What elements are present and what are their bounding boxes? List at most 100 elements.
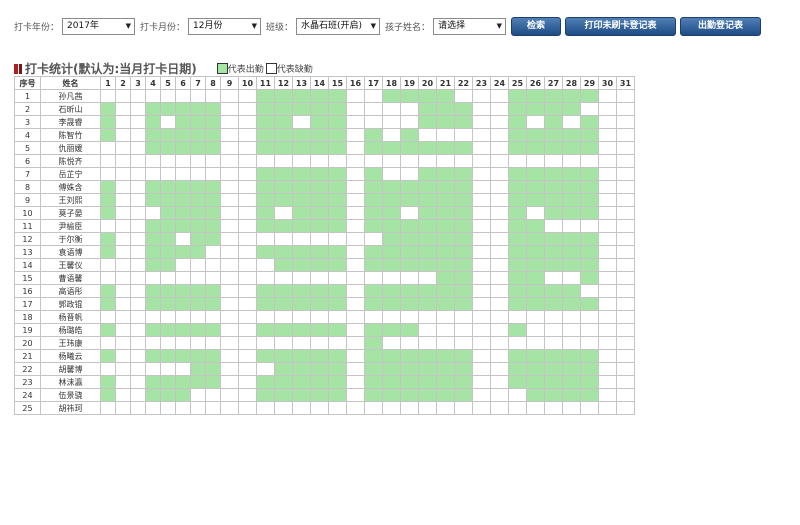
present-cell — [160, 388, 176, 402]
absent-cell — [400, 206, 419, 220]
child-select[interactable]: 请选择 ▼ — [433, 17, 507, 35]
absent-cell — [238, 141, 257, 155]
present-cell — [205, 297, 221, 311]
present-cell — [364, 336, 383, 350]
absent-cell — [160, 336, 176, 350]
absent-cell — [616, 154, 635, 168]
absent-cell — [175, 362, 191, 376]
attendance-sheet-button[interactable]: 出勤登记表 — [680, 16, 762, 36]
absent-cell — [145, 89, 161, 103]
absent-cell — [508, 401, 527, 415]
absent-cell — [100, 336, 116, 350]
absent-cell — [175, 154, 191, 168]
present-cell — [562, 388, 581, 402]
table-row: 21 杨曦云 — [14, 349, 635, 363]
absent-cell — [562, 154, 581, 168]
present-cell — [400, 232, 419, 246]
present-cell — [436, 258, 455, 272]
present-cell — [310, 89, 329, 103]
search-button[interactable]: 检索 — [511, 16, 562, 36]
absent-cell — [490, 258, 509, 272]
student-name: 孙凡茜 — [40, 89, 101, 103]
absent-cell — [160, 401, 176, 415]
absent-cell — [490, 115, 509, 129]
present-cell — [160, 193, 176, 207]
present-cell — [205, 284, 221, 298]
present-cell — [580, 115, 599, 129]
present-cell — [205, 219, 221, 233]
absent-cell — [220, 336, 239, 350]
absent-cell — [220, 193, 239, 207]
absent-cell — [472, 154, 491, 168]
present-cell — [508, 271, 527, 285]
absent-cell — [364, 115, 383, 129]
present-cell — [418, 219, 437, 233]
present-cell — [364, 323, 383, 337]
absent-cell — [115, 232, 131, 246]
present-cell — [160, 128, 176, 142]
absent-cell — [274, 310, 293, 324]
present-cell — [382, 362, 401, 376]
absent-cell — [145, 310, 161, 324]
table-row: 25 胡祎珂 — [14, 401, 635, 415]
present-cell — [328, 89, 347, 103]
present-cell — [160, 245, 176, 259]
table-row: 10 莫子晏 — [14, 206, 635, 220]
absent-cell — [490, 128, 509, 142]
present-cell — [190, 375, 206, 389]
absent-cell — [115, 362, 131, 376]
present-cell — [274, 141, 293, 155]
present-cell — [145, 193, 161, 207]
present-cell — [544, 193, 563, 207]
present-cell — [580, 167, 599, 181]
present-cell — [454, 180, 473, 194]
present-cell — [190, 115, 206, 129]
absent-cell — [382, 271, 401, 285]
present-cell — [205, 232, 221, 246]
absent-cell — [472, 297, 491, 311]
absent-cell — [436, 128, 455, 142]
absent-cell — [490, 245, 509, 259]
print-unswiped-button[interactable]: 打印未刷卡登记表 — [565, 16, 677, 36]
header-day-15: 15 — [328, 76, 347, 90]
absent-cell — [130, 102, 146, 116]
present-cell — [454, 284, 473, 298]
legend-present-swatch — [216, 63, 228, 74]
present-cell — [418, 206, 437, 220]
present-cell — [562, 167, 581, 181]
month-select[interactable]: 12月份 ▼ — [188, 17, 262, 35]
table-row: 8 傅姝含 — [14, 180, 635, 194]
absent-cell — [616, 362, 635, 376]
present-cell — [274, 388, 293, 402]
absent-cell — [130, 388, 146, 402]
header-day-28: 28 — [562, 76, 581, 90]
present-cell — [454, 115, 473, 129]
absent-cell — [382, 102, 401, 116]
present-cell — [454, 349, 473, 363]
present-cell — [160, 232, 176, 246]
absent-cell — [418, 310, 437, 324]
present-cell — [436, 388, 455, 402]
absent-cell — [346, 206, 365, 220]
absent-cell — [598, 128, 617, 142]
absent-cell — [238, 258, 257, 272]
present-cell — [205, 180, 221, 194]
present-cell — [310, 258, 329, 272]
absent-cell — [580, 102, 599, 116]
present-cell — [508, 206, 527, 220]
present-cell — [145, 219, 161, 233]
absent-cell — [220, 271, 239, 285]
header-day-16: 16 — [346, 76, 365, 90]
year-select[interactable]: 2017年 ▼ — [62, 17, 136, 35]
present-cell — [175, 284, 191, 298]
absent-cell — [598, 245, 617, 259]
absent-cell — [598, 349, 617, 363]
class-select[interactable]: 水晶石班(开启) ▼ — [296, 17, 381, 35]
chevron-down-icon: ▼ — [125, 21, 132, 30]
absent-cell — [490, 362, 509, 376]
student-name: 仇丽媛 — [40, 141, 101, 155]
absent-cell — [175, 401, 191, 415]
absent-cell — [175, 271, 191, 285]
row-index: 5 — [14, 141, 41, 155]
absent-cell — [205, 310, 221, 324]
